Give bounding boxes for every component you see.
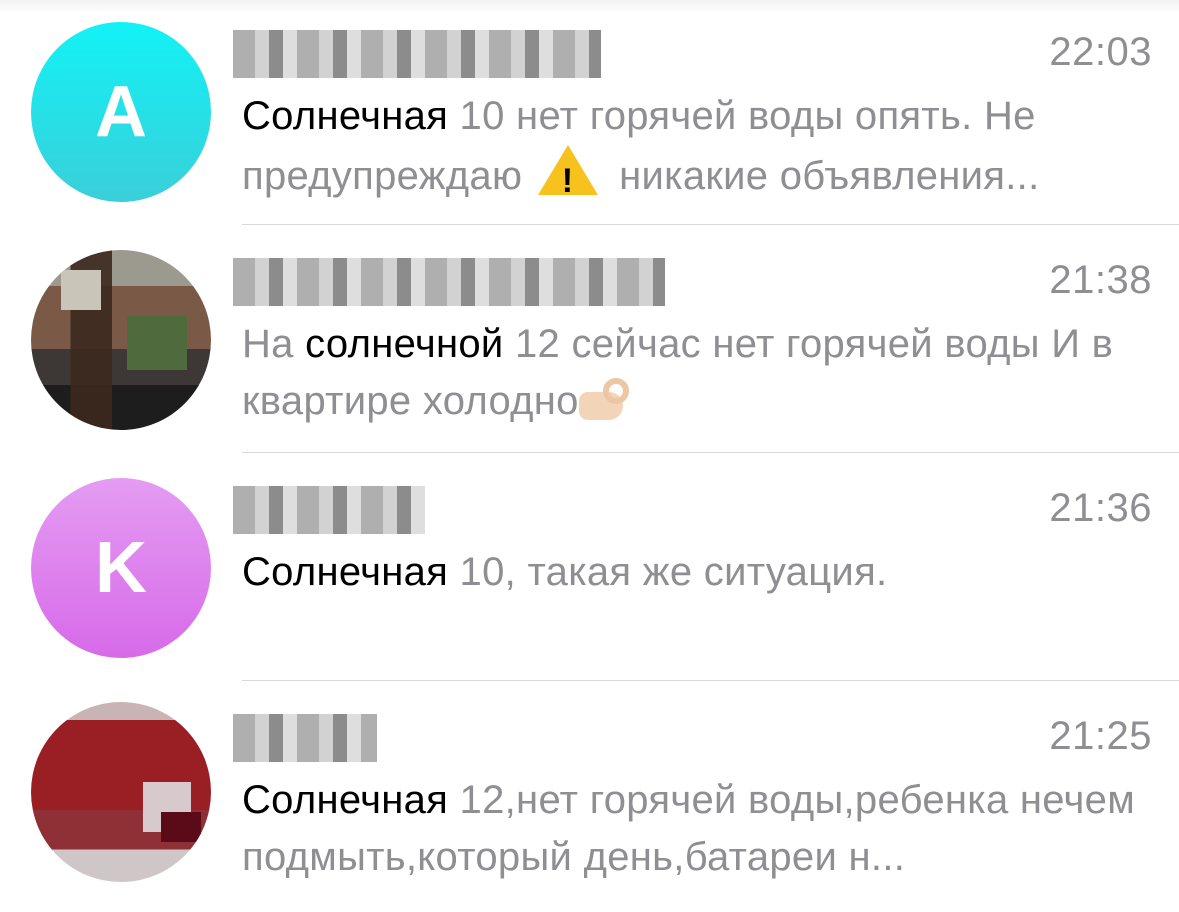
preview-text: На [242,322,306,366]
contact-name-redacted [233,714,377,762]
avatar: A [31,22,211,202]
search-highlight: Солнечная [242,550,449,594]
divider [242,452,1179,453]
avatar: K [31,478,211,658]
contact-name-redacted [233,30,601,78]
contact-name-redacted [233,258,665,306]
chat-row[interactable]: A 22:03 Солнечная 10 нет горячей воды оп… [0,0,1179,228]
chat-row[interactable]: 21:38 На солнечной 12 сейчас нет горячей… [0,228,1179,456]
message-preview: Солнечная 12,нет горячей воды,ребенка не… [242,772,1162,886]
chat-row[interactable]: K 21:36 Солнечная 10, такая же ситуация. [0,456,1179,684]
message-time: 22:03 [1049,30,1152,74]
pinching-hand-icon [578,378,633,422]
message-time: 21:38 [1049,258,1152,302]
avatar-initial: K [95,528,147,608]
message-time: 21:36 [1049,486,1152,530]
message-time: 21:25 [1049,714,1152,758]
message-preview: Солнечная 10, такая же ситуация. [242,544,1162,601]
message-preview: Солнечная 10 нет горячей воды опять. Не … [242,88,1162,210]
avatar [31,702,211,882]
preview-text: 10, такая же ситуация. [448,550,888,594]
message-preview: На солнечной 12 сейчас нет горячей воды … [242,316,1162,430]
warning-icon [537,145,598,210]
chat-row[interactable]: 21:25 Солнечная 12,нет горячей воды,ребе… [0,684,1179,912]
avatar [31,250,211,430]
contact-name-redacted [233,486,425,534]
search-highlight: солнечной [305,322,504,366]
search-highlight: Солнечная [242,94,449,138]
search-highlight: Солнечная [242,778,449,822]
divider [242,680,1179,681]
divider [242,224,1179,225]
preview-text: никакие объявления... [607,154,1040,198]
avatar-initial: A [95,72,147,152]
